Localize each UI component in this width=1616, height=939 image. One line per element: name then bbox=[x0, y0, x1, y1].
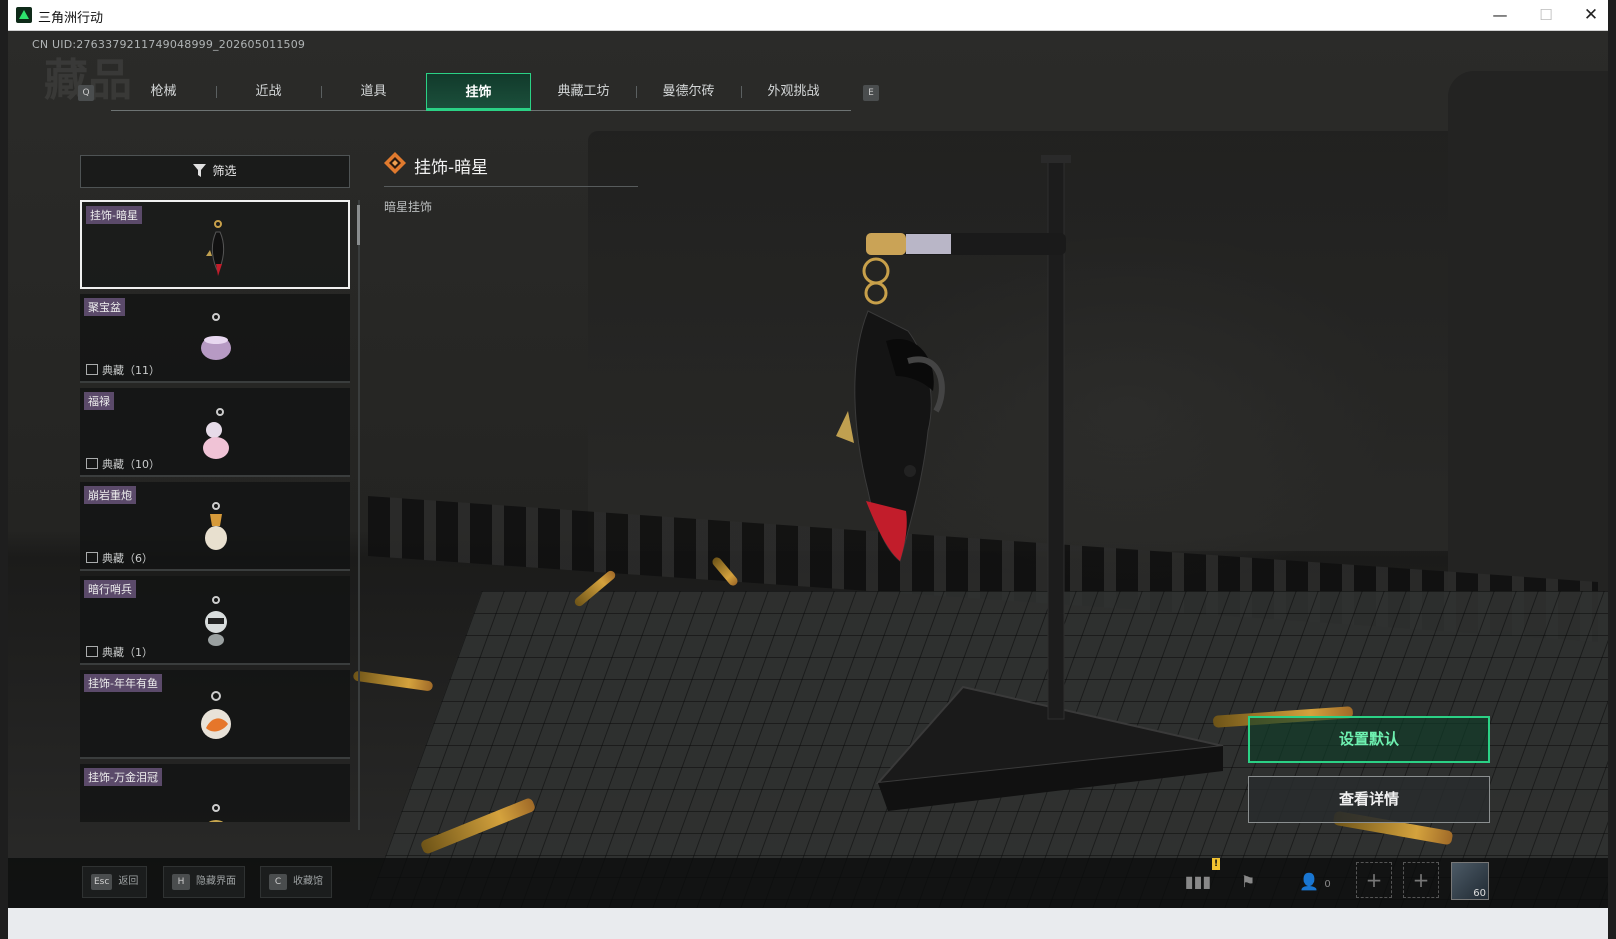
friends-count: 0 bbox=[1324, 879, 1331, 890]
item-name: 暗行哨兵 bbox=[84, 580, 136, 598]
list-item[interactable]: 挂饰-暗星 bbox=[80, 200, 350, 289]
sentinel-charm-icon bbox=[205, 596, 227, 646]
charm-rarity-icon bbox=[384, 152, 406, 174]
view-details-button[interactable]: 查看详情 bbox=[1248, 776, 1490, 823]
prev-tab-key[interactable]: Q bbox=[78, 85, 94, 101]
player-level: 60 bbox=[1473, 888, 1486, 899]
collection-hall-hint-button[interactable]: C 收藏馆 bbox=[260, 866, 332, 898]
collection-icon bbox=[86, 458, 98, 469]
tab-collection-workshop[interactable]: 典藏工坊 bbox=[531, 73, 636, 111]
item-tag: 典藏（10） bbox=[86, 456, 160, 472]
title-bar: 三角洲行动 — ☐ ✕ bbox=[8, 0, 1608, 31]
collection-icon bbox=[86, 646, 98, 657]
game-window: 三角洲行动 — ☐ ✕ 藏品 CN UID:276337921174904899… bbox=[8, 0, 1608, 939]
list-item[interactable]: 挂饰-年年有鱼 bbox=[80, 670, 350, 759]
item-tag-text: 典藏（1） bbox=[102, 646, 153, 659]
item-name: 挂饰-年年有鱼 bbox=[84, 674, 162, 692]
golden-crown-charm-icon bbox=[208, 804, 224, 822]
item-name: 崩岩重炮 bbox=[84, 486, 136, 504]
list-item[interactable]: 福禄 典藏（10） bbox=[80, 388, 350, 477]
filter-icon bbox=[193, 164, 207, 177]
hint-label: 隐藏界面 bbox=[196, 876, 236, 887]
detail-subtitle: 暗星挂饰 bbox=[384, 200, 433, 214]
treasure-bowl-charm-icon bbox=[201, 313, 231, 360]
add-slot-button[interactable]: + bbox=[1356, 862, 1392, 898]
item-tag-text: 典藏（10） bbox=[102, 458, 160, 471]
tab-appearance-challenge[interactable]: 外观挑战 bbox=[741, 73, 846, 111]
tab-melee[interactable]: 近战 bbox=[216, 73, 321, 111]
key-badge: Esc bbox=[91, 874, 113, 890]
key-badge: H bbox=[172, 874, 190, 890]
maximize-button[interactable]: ☐ bbox=[1523, 0, 1569, 31]
charm-list: 挂饰-暗星 聚宝盆 典藏（11） 福禄 典藏（10） 崩岩重炮 典藏（6） 暗行… bbox=[80, 200, 350, 822]
key-badge: C bbox=[269, 874, 287, 890]
stats-icon[interactable]: ▮▮▮ bbox=[1180, 866, 1216, 898]
set-default-button[interactable]: 设置默认 bbox=[1248, 716, 1490, 763]
fish-charm-icon bbox=[201, 691, 231, 739]
gourd-charm-icon bbox=[203, 408, 229, 459]
window-title: 三角洲行动 bbox=[38, 11, 104, 26]
add-slot-button[interactable]: + bbox=[1403, 862, 1439, 898]
category-tabs: 枪械 近战 道具 挂饰 典藏工坊 曼德尔砖 外观挑战 bbox=[111, 73, 851, 111]
friends-icon: 👤 bbox=[1299, 872, 1320, 891]
item-tag-text: 典藏（11） bbox=[102, 364, 160, 377]
heavy-cannon-charm-icon bbox=[205, 502, 227, 550]
hint-label: 返回 bbox=[118, 876, 139, 887]
tab-items[interactable]: 道具 bbox=[321, 73, 426, 111]
player-avatar[interactable]: 60 bbox=[1451, 862, 1489, 900]
flag-icon[interactable]: ⚑ bbox=[1230, 866, 1266, 898]
os-taskbar bbox=[8, 908, 1608, 939]
list-item[interactable]: 挂饰-万金泪冠 bbox=[80, 764, 350, 822]
item-name: 聚宝盆 bbox=[84, 298, 125, 316]
detail-title: 挂饰-暗星 bbox=[414, 158, 489, 178]
item-tag-text: 典藏（6） bbox=[102, 552, 153, 565]
hint-label: 收藏馆 bbox=[293, 876, 323, 887]
close-button[interactable]: ✕ bbox=[1568, 0, 1608, 31]
minimize-button[interactable]: — bbox=[1477, 0, 1523, 31]
list-item[interactable]: 聚宝盆 典藏（11） bbox=[80, 294, 350, 383]
dark-star-charm-icon bbox=[206, 220, 225, 276]
friends-button[interactable]: 👤 0 bbox=[1290, 866, 1340, 898]
tab-mandel-brick[interactable]: 曼德尔砖 bbox=[636, 73, 741, 111]
hide-ui-hint-button[interactable]: H 隐藏界面 bbox=[163, 866, 245, 898]
tab-firearms[interactable]: 枪械 bbox=[111, 73, 216, 111]
collection-icon bbox=[86, 364, 98, 375]
warning-icon: ! bbox=[1212, 858, 1220, 870]
filter-label: 筛选 bbox=[212, 164, 237, 178]
detail-divider bbox=[384, 186, 638, 187]
item-name: 挂饰-万金泪冠 bbox=[84, 768, 162, 786]
list-scrollbar[interactable] bbox=[358, 200, 360, 830]
list-item[interactable]: 暗行哨兵 典藏（1） bbox=[80, 576, 350, 665]
back-hint-button[interactable]: Esc 返回 bbox=[82, 866, 148, 898]
item-name: 挂饰-暗星 bbox=[86, 206, 142, 224]
collection-icon bbox=[86, 552, 98, 563]
next-tab-key[interactable]: E bbox=[863, 85, 879, 101]
item-tag: 典藏（6） bbox=[86, 550, 153, 566]
item-name: 福禄 bbox=[84, 392, 114, 410]
list-item[interactable]: 崩岩重炮 典藏（6） bbox=[80, 482, 350, 571]
list-scroll-thumb[interactable] bbox=[357, 205, 360, 245]
item-tag: 典藏（11） bbox=[86, 362, 160, 378]
filter-button[interactable]: 筛选 bbox=[80, 155, 350, 188]
tab-charms[interactable]: 挂饰 bbox=[426, 73, 531, 111]
app-logo-icon bbox=[16, 7, 32, 23]
player-uid: CN UID:2763379211749048999_202605011509 bbox=[32, 38, 306, 51]
item-tag: 典藏（1） bbox=[86, 644, 153, 660]
